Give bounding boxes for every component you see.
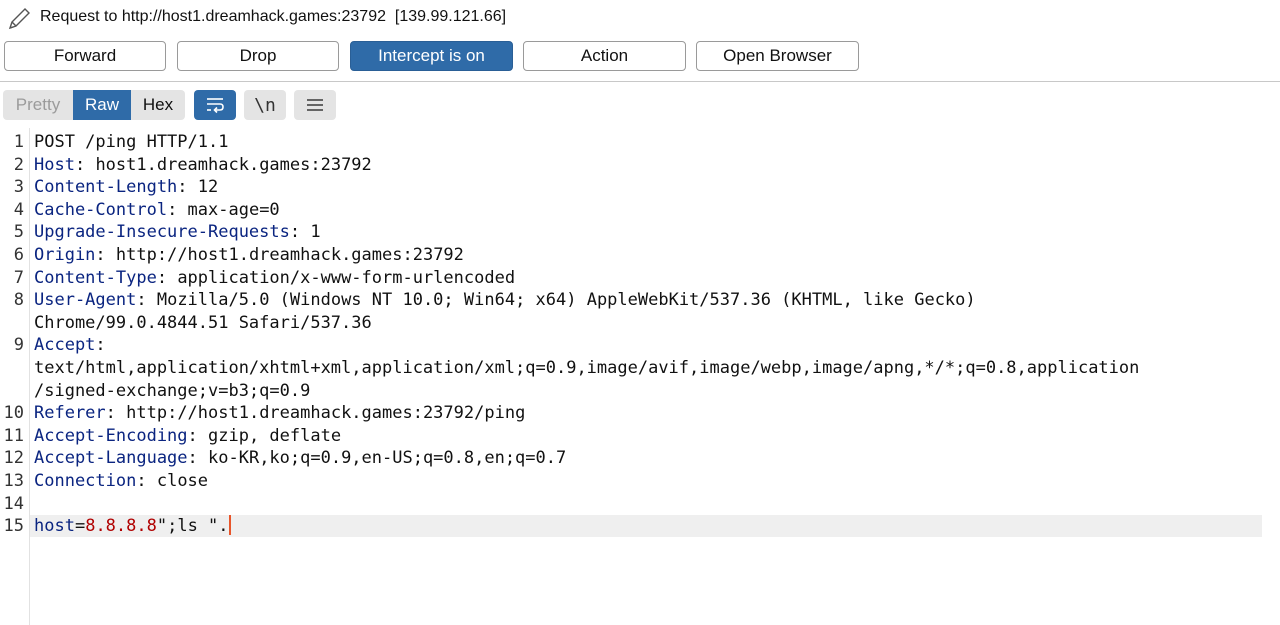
editor-menu-button[interactable] <box>294 90 336 120</box>
view-raw-tab[interactable]: Raw <box>73 90 131 120</box>
text-caret <box>228 515 231 536</box>
header-line: Connection: close <box>34 471 209 491</box>
header-value: ko-KR,ko;q=0.9,en-US;q=0.8,en;q=0.7 <box>197 448 567 469</box>
header-name: Cache-Control <box>34 199 168 220</box>
line-number: 4 <box>13 199 24 220</box>
line-number: 15 <box>3 516 24 537</box>
body-param-rest: ";ls ". <box>156 516 229 537</box>
request-line: POST /ping HTTP/1.1 <box>34 132 229 152</box>
action-button[interactable]: Action <box>523 41 686 71</box>
header-name: Content-Length <box>34 177 178 198</box>
line-number: 9 <box>13 335 24 356</box>
request-header: Request to http://host1.dreamhack.games:… <box>0 0 1280 80</box>
header-line: Host: host1.dreamhack.games:23792 <box>34 154 372 175</box>
gutter-divider <box>29 128 30 625</box>
header-name: User-Agent <box>34 290 137 311</box>
line-number: 12 <box>3 448 24 469</box>
line-number: 14 <box>3 493 24 514</box>
header-value: host1.dreamhack.games:23792 <box>85 154 372 175</box>
view-hex-tab[interactable]: Hex <box>131 90 185 120</box>
line-number: 3 <box>13 177 24 198</box>
header-name: Connection <box>34 471 137 491</box>
pencil-icon <box>8 8 30 30</box>
open-browser-button[interactable]: Open Browser <box>696 41 859 71</box>
menu-icon <box>307 99 323 111</box>
header-name: Content-Type <box>34 267 157 288</box>
header-value: 1 <box>300 222 321 243</box>
forward-button[interactable]: Forward <box>4 41 166 71</box>
header-line: Accept-Language: ko-KR,ko;q=0.9,en-US;q=… <box>34 448 567 469</box>
header-value: http://host1.dreamhack.games:23792/ping <box>115 403 526 424</box>
header-value: 12 <box>187 177 219 198</box>
title-row: Request to http://host1.dreamhack.games:… <box>0 0 1280 36</box>
intercept-toggle-button[interactable]: Intercept is on <box>350 41 513 71</box>
request-body-line[interactable]: host=8.8.8.8";ls ". <box>34 515 231 538</box>
header-line: Accept-Encoding: gzip, deflate <box>34 425 342 446</box>
show-newlines-button[interactable]: \n <box>244 90 286 120</box>
header-continuation: Chrome/99.0.4844.51 Safari/537.36 <box>34 312 372 333</box>
drop-button[interactable]: Drop <box>177 41 339 71</box>
body-param-equals: = <box>74 516 86 537</box>
editor-toolbar: Pretty Raw Hex \n <box>0 82 1280 128</box>
header-value: max-age=0 <box>177 199 280 220</box>
header-line: User-Agent: Mozilla/5.0 (Windows NT 10.0… <box>34 290 976 311</box>
header-continuation: text/html,application/xhtml+xml,applicat… <box>34 358 1140 378</box>
header-name: Upgrade-Insecure-Requests <box>34 222 290 243</box>
line-number: 5 <box>13 222 24 243</box>
header-line: Content-Length: 12 <box>34 177 219 198</box>
line-number: 6 <box>13 245 24 265</box>
body-param-value: 8.8.8.8 <box>85 516 157 537</box>
line-number: 11 <box>3 425 24 446</box>
header-line: Referer: http://host1.dreamhack.games:23… <box>34 403 526 424</box>
line-number: 7 <box>13 267 24 288</box>
body-param-key: host <box>34 516 75 537</box>
header-line: Cache-Control: max-age=0 <box>34 199 280 220</box>
request-editor[interactable]: 1 2 3 4 5 6 7 8 9 10 11 12 13 14 15 POST… <box>0 128 1280 625</box>
header-line: Content-Type: application/x-www-form-url… <box>34 267 516 288</box>
newline-label: \n <box>254 94 276 116</box>
view-pretty-tab[interactable]: Pretty <box>3 90 73 120</box>
header-value: http://host1.dreamhack.games:23792 <box>105 245 464 265</box>
header-name: Referer <box>34 403 106 424</box>
wrap-lines-button[interactable] <box>194 90 236 120</box>
header-value: close <box>146 471 209 491</box>
line-number: 10 <box>3 403 24 424</box>
line-number: 13 <box>3 471 24 491</box>
header-value: Mozilla/5.0 (Windows NT 10.0; Win64; x64… <box>146 290 976 311</box>
header-name: Host <box>34 154 75 175</box>
line-number: 8 <box>13 290 24 311</box>
header-name: Accept-Encoding <box>34 425 188 446</box>
header-name: Accept-Language <box>34 448 188 469</box>
header-line: Accept: <box>34 335 106 356</box>
request-title: Request to http://host1.dreamhack.games:… <box>40 8 507 25</box>
line-number: 1 <box>13 132 24 152</box>
header-name: Origin <box>34 245 96 265</box>
header-continuation: /signed-exchange;v=b3;q=0.9 <box>34 380 311 401</box>
header-value: gzip, deflate <box>197 425 342 446</box>
header-line: Origin: http://host1.dreamhack.games:237… <box>34 245 464 265</box>
header-line: Upgrade-Insecure-Requests: 1 <box>34 222 321 243</box>
header-name: Accept <box>34 335 96 356</box>
wrap-lines-icon <box>207 98 224 114</box>
header-value: application/x-www-form-urlencoded <box>167 267 516 288</box>
line-number: 2 <box>13 154 24 175</box>
